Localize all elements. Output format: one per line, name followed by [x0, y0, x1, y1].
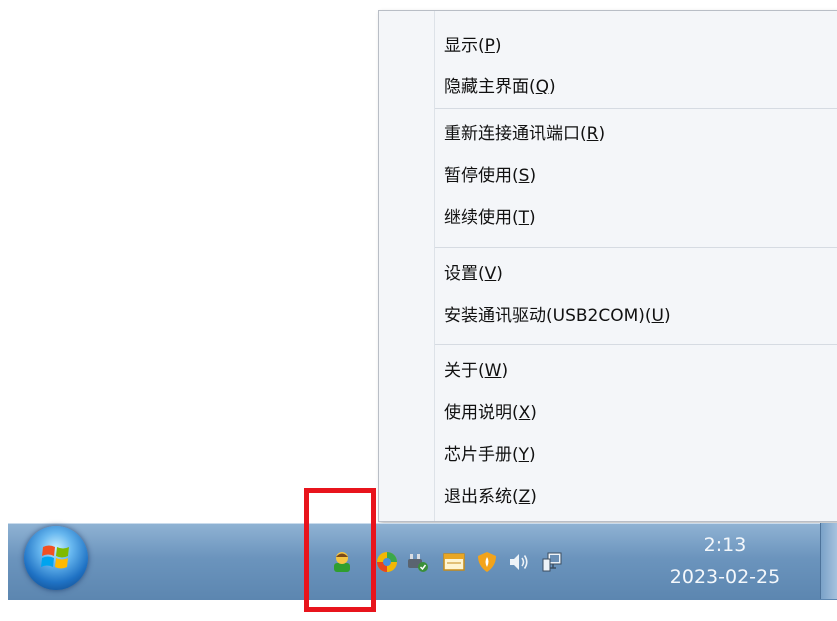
menu-item-hide-main[interactable]: 隐藏主界面(Q)	[444, 72, 556, 102]
security-shield-icon[interactable]	[475, 550, 499, 574]
clock-date[interactable]: 2023-02-25	[660, 566, 790, 588]
window-icon[interactable]	[442, 550, 466, 574]
tray-context-menu: 显示(P) 隐藏主界面(Q) 重新连接通讯端口(R) 暂停使用(S) 继续使用(…	[378, 10, 837, 522]
menu-item-exit[interactable]: 退出系统(Z)	[444, 482, 537, 512]
menu-separator	[435, 108, 837, 109]
menu-item-show[interactable]: 显示(P)	[444, 31, 502, 61]
menu-item-pause[interactable]: 暂停使用(S)	[444, 161, 536, 191]
speaker-icon[interactable]	[507, 550, 531, 574]
menu-separator	[435, 247, 837, 248]
windows-logo-icon	[41, 545, 69, 569]
menu-item-manual[interactable]: 使用说明(X)	[444, 398, 537, 428]
menu-gutter	[434, 11, 435, 521]
network-icon[interactable]	[540, 550, 564, 574]
menu-item-install-driver[interactable]: 安装通讯驱动(USB2COM)(U)	[444, 301, 671, 331]
menu-item-settings[interactable]: 设置(V)	[444, 259, 503, 289]
power-plug-icon[interactable]	[405, 550, 429, 574]
start-button[interactable]	[24, 526, 88, 590]
browser-icon[interactable]	[375, 550, 399, 574]
show-desktop-button[interactable]	[820, 523, 837, 599]
menu-item-reconnect-port[interactable]: 重新连接通讯端口(R)	[444, 119, 605, 149]
menu-item-about[interactable]: 关于(W)	[444, 356, 508, 386]
clock-time[interactable]: 2:13	[660, 534, 790, 556]
highlight-box	[304, 488, 376, 612]
menu-item-resume[interactable]: 继续使用(T)	[444, 203, 536, 233]
menu-separator	[435, 344, 837, 345]
menu-item-chip-manual[interactable]: 芯片手册(Y)	[444, 440, 536, 470]
